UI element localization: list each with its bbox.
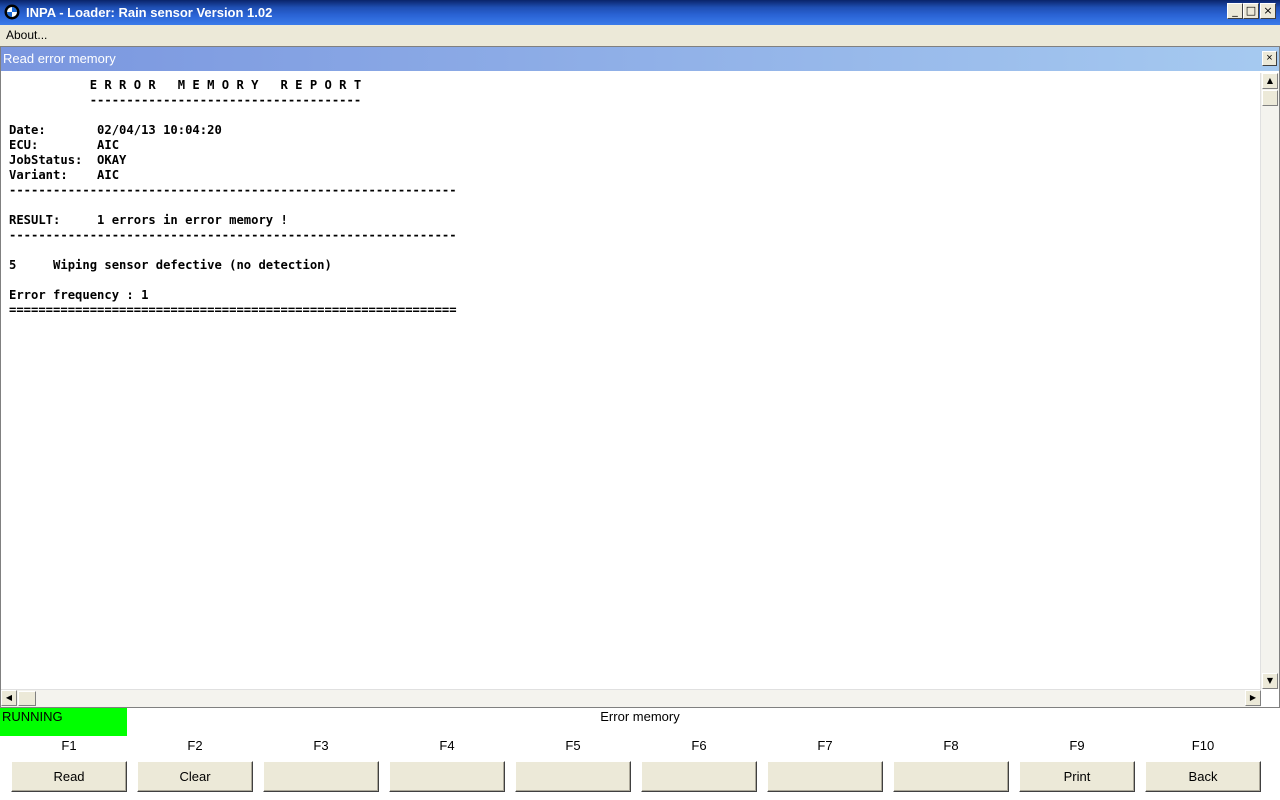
fkey-label: F5 (565, 738, 581, 753)
minimize-button[interactable]: _ (1227, 3, 1243, 19)
fkey-f5: F5 (515, 736, 631, 792)
clear-button[interactable]: Clear (137, 761, 253, 792)
report-line: E R R O R M E M O R Y R E P O R T (9, 78, 362, 92)
fkey-label: F10 (1191, 738, 1215, 753)
f8-button[interactable] (893, 761, 1009, 792)
function-key-bar: F1 Read F2 Clear F3 F4 F5 F6 F7 F8 F9 Pr… (0, 736, 1280, 800)
report-line: ----------------------------------------… (9, 228, 457, 242)
status-bar: Error memory RUNNING (0, 708, 1280, 736)
read-button[interactable]: Read (11, 761, 127, 792)
window-title-bar: INPA - Loader: Rain sensor Version 1.02 … (0, 0, 1280, 25)
menu-bar: About... (0, 25, 1280, 45)
fkey-label: F6 (691, 738, 707, 753)
report-line: ========================================… (9, 303, 457, 317)
bmw-logo-icon (4, 4, 20, 20)
fkey-f7: F7 (767, 736, 883, 792)
fkey-label: F9 (1069, 738, 1085, 753)
error-memory-report: E R R O R M E M O R Y R E P O R T ------… (1, 73, 1259, 318)
child-title: Read error memory (3, 51, 116, 66)
f7-button[interactable] (767, 761, 883, 792)
fkey-label: F4 (439, 738, 455, 753)
horizontal-scroll-thumb[interactable] (18, 691, 36, 706)
child-close-button[interactable]: × (1262, 51, 1277, 66)
fkey-f4: F4 (389, 736, 505, 792)
maximize-button[interactable]: □ (1243, 3, 1259, 19)
fkey-f6: F6 (641, 736, 757, 792)
scroll-left-arrow-icon[interactable]: ◀ (1, 690, 17, 706)
print-button[interactable]: Print (1019, 761, 1135, 792)
fkey-f3: F3 (263, 736, 379, 792)
fkey-label: F7 (817, 738, 833, 753)
fkey-f2: F2 Clear (137, 736, 253, 792)
running-indicator: RUNNING (0, 708, 127, 736)
f6-button[interactable] (641, 761, 757, 792)
report-line: JobStatus: OKAY (9, 153, 127, 167)
window-title: INPA - Loader: Rain sensor Version 1.02 (26, 5, 273, 20)
report-line: ECU: AIC (9, 138, 120, 152)
f4-button[interactable] (389, 761, 505, 792)
fkey-f10: F10 Back (1145, 736, 1261, 792)
fkey-label: F8 (943, 738, 959, 753)
vertical-scrollbar[interactable]: ▲ ▼ (1260, 73, 1279, 689)
error-memory-window: Read error memory × E R R O R M E M O R … (0, 46, 1280, 708)
fkey-label: F3 (313, 738, 329, 753)
f3-button[interactable] (263, 761, 379, 792)
menu-about[interactable]: About... (6, 25, 47, 45)
child-title-bar: Read error memory × (1, 47, 1279, 71)
scroll-down-arrow-icon[interactable]: ▼ (1262, 673, 1278, 689)
scroll-up-arrow-icon[interactable]: ▲ (1262, 73, 1278, 89)
close-button[interactable]: × (1260, 3, 1276, 19)
report-line: ----------------------------------------… (9, 183, 457, 197)
back-button[interactable]: Back (1145, 761, 1261, 792)
report-area: E R R O R M E M O R Y R E P O R T ------… (1, 73, 1259, 689)
fkey-label: F2 (187, 738, 203, 753)
fkey-f1: F1 Read (11, 736, 127, 792)
scroll-right-arrow-icon[interactable]: ▶ (1245, 690, 1261, 706)
fkey-label: F1 (61, 738, 77, 753)
report-line: Date: 02/04/13 10:04:20 (9, 123, 222, 137)
report-line: 5 Wiping sensor defective (no detection) (9, 258, 332, 272)
report-line: Variant: AIC (9, 168, 120, 182)
fkey-f8: F8 (893, 736, 1009, 792)
fkey-f9: F9 Print (1019, 736, 1135, 792)
status-text: Error memory (600, 709, 680, 724)
report-line: ------------------------------------- (9, 93, 362, 107)
f5-button[interactable] (515, 761, 631, 792)
horizontal-scrollbar[interactable]: ◀ ▶ (1, 689, 1261, 707)
vertical-scroll-thumb[interactable] (1262, 90, 1278, 106)
report-line: RESULT: 1 errors in error memory ! (9, 213, 288, 227)
report-line: Error frequency : 1 (9, 288, 149, 302)
